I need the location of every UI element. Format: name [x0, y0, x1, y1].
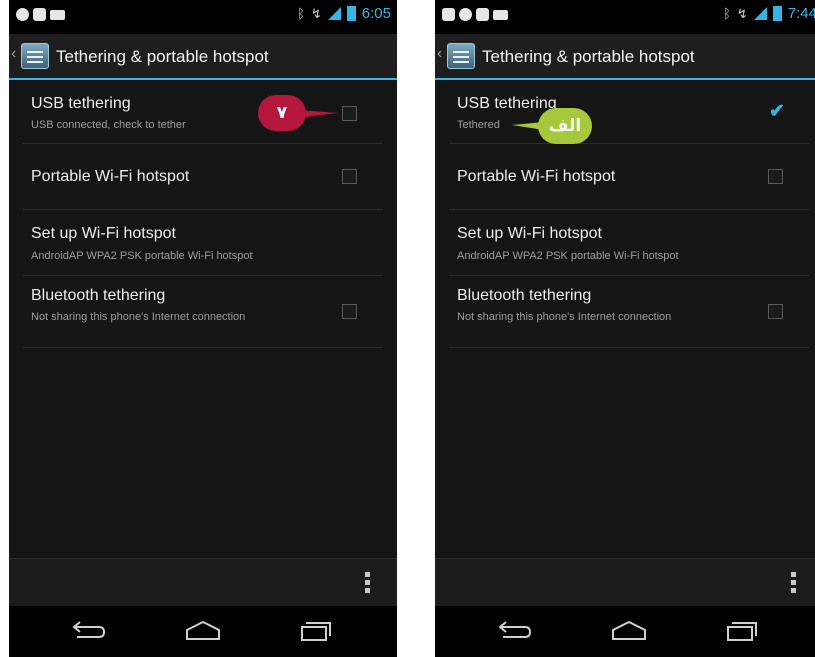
action-bar: ‹ Tethering & portable hotspot — [9, 34, 397, 80]
home-icon[interactable] — [183, 618, 223, 644]
bottom-action-bar — [435, 558, 815, 607]
right-phone-screen: ᛒ ↯ 7:44 ‹ Tethering & portable hotspot … — [435, 0, 815, 657]
setting-title: Bluetooth tethering — [31, 287, 166, 304]
wifi-hotspot-checkbox[interactable] — [342, 169, 357, 184]
notification-check-icon — [476, 8, 489, 21]
status-bar: ᛒ ↯ 6:05 — [9, 0, 397, 34]
navigation-bar — [9, 606, 397, 657]
bluetooth-icon: ᛒ — [723, 6, 731, 21]
page-title: Tethering & portable hotspot — [482, 47, 695, 66]
setting-subtitle: Not sharing this phone's Internet connec… — [31, 311, 246, 323]
up-caret-icon[interactable]: ‹ — [437, 45, 442, 63]
left-phone-screen: ᛒ ↯ 6:05 ‹ Tethering & portable hotspot … — [9, 0, 397, 657]
setting-subtitle: Not sharing this phone's Internet connec… — [457, 311, 672, 323]
setting-title: Bluetooth tethering — [457, 287, 592, 304]
battery-icon — [772, 6, 782, 21]
wifi-icon — [327, 7, 341, 20]
battery-icon — [346, 6, 356, 21]
notification-icons — [16, 8, 65, 21]
setting-setup-wifi-hotspot[interactable]: Set up Wi-Fi hotspot AndroidAP WPA2 PSK … — [23, 210, 383, 276]
bottom-action-bar — [9, 558, 397, 607]
status-time: 7:44 — [787, 5, 815, 22]
nfc-icon: ↯ — [736, 5, 748, 21]
settings-app-icon[interactable] — [21, 43, 49, 69]
bluetooth-tethering-checkbox[interactable] — [768, 304, 783, 319]
setting-portable-wifi-hotspot[interactable]: Portable Wi-Fi hotspot — [449, 144, 809, 210]
setting-bluetooth-tethering[interactable]: Bluetooth tethering Not sharing this pho… — [23, 276, 383, 348]
page-title: Tethering & portable hotspot — [56, 47, 269, 66]
up-caret-icon[interactable]: ‹ — [11, 45, 16, 63]
usb-tethering-checkbox[interactable]: ✔ — [768, 101, 785, 122]
setting-subtitle: Tethered — [457, 119, 500, 131]
setting-title: Set up Wi-Fi hotspot — [457, 225, 602, 242]
back-icon[interactable] — [67, 618, 107, 644]
navigation-bar — [435, 606, 815, 657]
callout-bubble-green: الف — [538, 108, 592, 144]
setting-title: USB tethering — [457, 95, 557, 112]
setting-title: Portable Wi-Fi hotspot — [31, 168, 190, 185]
setting-bluetooth-tethering[interactable]: Bluetooth tethering Not sharing this pho… — [449, 276, 809, 348]
notification-icon — [459, 8, 472, 21]
usb-tethering-checkbox[interactable] — [342, 106, 357, 121]
setting-subtitle: USB connected, check to tether — [31, 119, 186, 131]
setting-subtitle: AndroidAP WPA2 PSK portable Wi-Fi hotspo… — [31, 250, 253, 262]
notification-icons — [442, 8, 508, 21]
nfc-icon: ↯ — [310, 5, 322, 21]
setting-setup-wifi-hotspot[interactable]: Set up Wi-Fi hotspot AndroidAP WPA2 PSK … — [449, 210, 809, 276]
usb-notification-icon — [442, 8, 455, 21]
setting-title: USB tethering — [31, 95, 131, 112]
notification-message-icon — [50, 9, 65, 20]
settings-list: USB tethering Tethered ✔ Portable Wi-Fi … — [435, 82, 815, 348]
setting-portable-wifi-hotspot[interactable]: Portable Wi-Fi hotspot — [23, 144, 383, 210]
status-bar: ᛒ ↯ 7:44 — [435, 0, 815, 34]
action-bar: ‹ Tethering & portable hotspot — [435, 34, 815, 80]
recent-apps-icon[interactable] — [296, 618, 336, 644]
notification-message-icon — [493, 9, 508, 20]
wifi-hotspot-checkbox[interactable] — [768, 169, 783, 184]
notification-check-icon — [33, 8, 46, 21]
setting-usb-tethering[interactable]: USB tethering Tethered ✔ — [449, 82, 809, 144]
settings-list: USB tethering USB connected, check to te… — [9, 82, 397, 348]
back-icon[interactable] — [493, 618, 533, 644]
setting-subtitle: AndroidAP WPA2 PSK portable Wi-Fi hotspo… — [457, 250, 679, 262]
notification-icon — [16, 8, 29, 21]
callout-bubble-red: ۷ — [258, 95, 306, 131]
settings-app-icon[interactable] — [447, 43, 475, 69]
checkmark-icon: ✔ — [769, 101, 785, 122]
recent-apps-icon[interactable] — [722, 618, 762, 644]
wifi-icon — [753, 7, 767, 20]
overflow-menu-icon[interactable] — [791, 572, 797, 594]
overflow-menu-icon[interactable] — [365, 572, 371, 594]
bluetooth-icon: ᛒ — [297, 6, 305, 21]
home-icon[interactable] — [609, 618, 649, 644]
setting-title: Set up Wi-Fi hotspot — [31, 225, 176, 242]
setting-title: Portable Wi-Fi hotspot — [457, 168, 616, 185]
status-time: 6:05 — [361, 5, 391, 22]
bluetooth-tethering-checkbox[interactable] — [342, 304, 357, 319]
